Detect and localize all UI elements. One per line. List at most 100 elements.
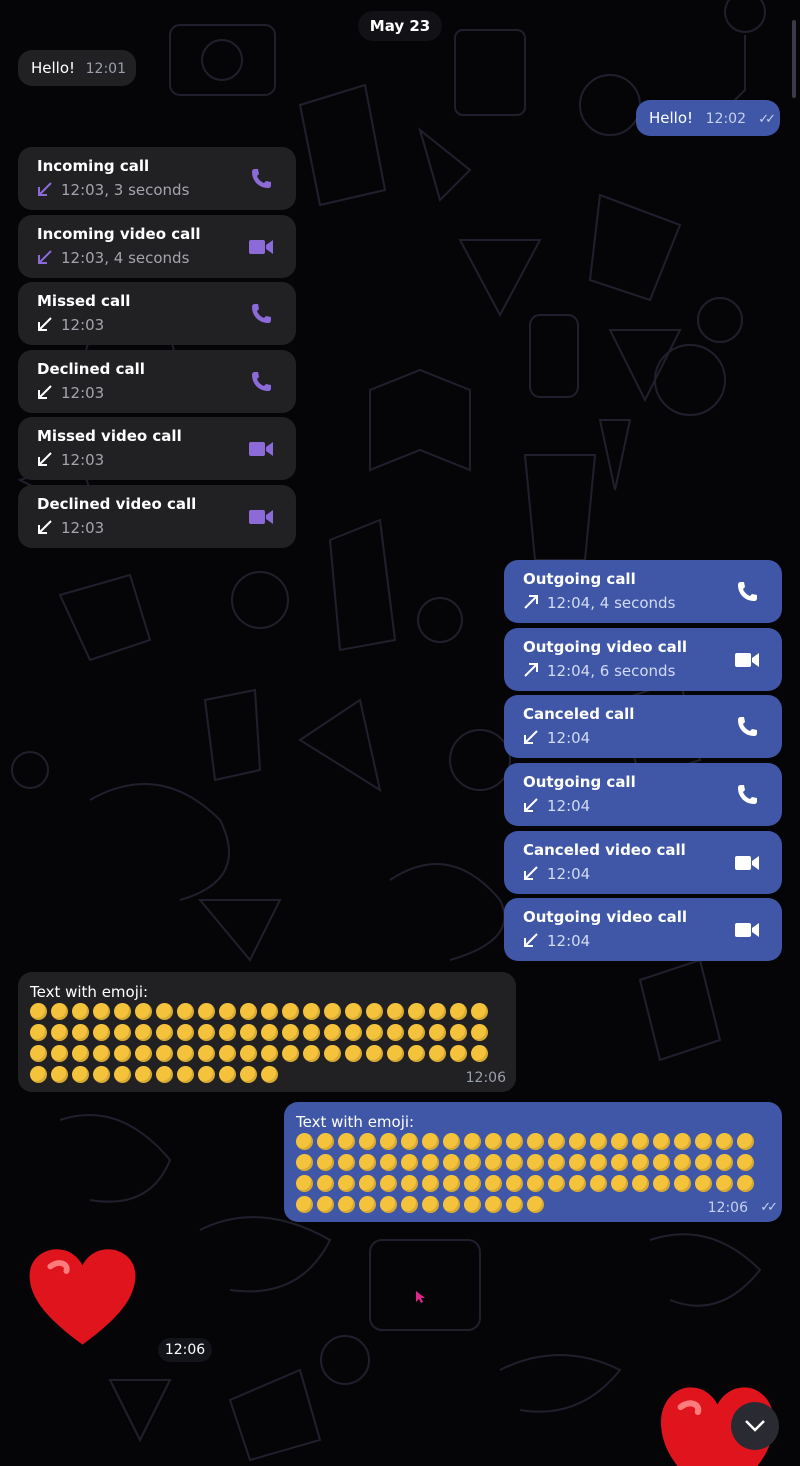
phone-icon[interactable]: [248, 302, 274, 326]
emoji-glyph: [464, 1132, 481, 1150]
emoji-glyph: [198, 1065, 215, 1083]
emoji-glyph: [303, 1002, 320, 1020]
call-title: Canceled call: [523, 705, 635, 723]
message-text: Hello!: [649, 109, 694, 127]
emoji-glyph: [408, 1023, 425, 1041]
call-card-outgoing-video-call-2[interactable]: Outgoing video call 12:04: [504, 898, 782, 961]
outgoing-arrow-icon: [524, 663, 538, 677]
emoji-glyph: [674, 1153, 691, 1171]
video-icon[interactable]: [248, 437, 274, 461]
emoji-glyph: [443, 1195, 460, 1213]
message-time: 12:06: [465, 1070, 506, 1086]
emoji-glyph: [408, 1044, 425, 1062]
call-card-incoming-call[interactable]: Incoming call 12:03, 3 seconds: [18, 147, 296, 210]
emoji-glyph: [156, 1002, 173, 1020]
emoji-glyph: [72, 1044, 89, 1062]
emoji-glyph: [653, 1174, 670, 1192]
emoji-glyph: [548, 1132, 565, 1150]
emoji-glyph: [422, 1195, 439, 1213]
emoji-glyph: [590, 1132, 607, 1150]
emoji-glyph: [296, 1195, 313, 1213]
emoji-glyph: [632, 1174, 649, 1192]
emoji-glyph: [296, 1174, 313, 1192]
emoji-glyph: [387, 1023, 404, 1041]
emoji-glyph: [359, 1132, 376, 1150]
emoji-glyph: [282, 1002, 299, 1020]
phone-icon[interactable]: [734, 715, 760, 739]
emoji-glyph: [261, 1023, 278, 1041]
emoji-glyph: [611, 1174, 628, 1192]
emoji-glyph: [135, 1002, 152, 1020]
video-icon[interactable]: [734, 918, 760, 942]
incoming-arrow-icon: [38, 250, 52, 264]
emoji-glyph: [303, 1023, 320, 1041]
missed-arrow-icon: [38, 452, 52, 466]
emoji-glyph: [450, 1023, 467, 1041]
call-card-incoming-video-call[interactable]: Incoming video call 12:03, 4 seconds: [18, 215, 296, 278]
video-icon[interactable]: [248, 505, 274, 529]
call-title: Outgoing call: [523, 570, 636, 588]
call-card-missed-video-call[interactable]: Missed video call 12:03: [18, 417, 296, 480]
phone-icon[interactable]: [248, 167, 274, 191]
emoji-glyph: [240, 1044, 257, 1062]
scrollbar[interactable]: [792, 20, 796, 98]
emoji-glyph: [632, 1153, 649, 1171]
emoji-glyph: [156, 1065, 173, 1083]
call-subtitle: 12:04, 6 seconds: [547, 662, 676, 680]
outgoing-arrow-icon: [524, 595, 538, 609]
message-time: 12:01: [85, 61, 126, 77]
emoji-glyph: [429, 1023, 446, 1041]
incoming-message-hello[interactable]: Hello! 12:01: [18, 50, 136, 86]
emoji-glyph: [443, 1132, 460, 1150]
message-text: Text with emoji:: [30, 983, 149, 1001]
emoji-glyph: [548, 1174, 565, 1192]
emoji-glyph: [51, 1002, 68, 1020]
emoji-glyph: [471, 1023, 488, 1041]
emoji-glyph: [737, 1153, 754, 1171]
incoming-arrow-icon: [38, 182, 52, 196]
call-title: Incoming video call: [37, 225, 201, 243]
call-card-outgoing-call[interactable]: Outgoing call 12:04, 4 seconds: [504, 560, 782, 623]
emoji-glyph: [51, 1023, 68, 1041]
call-subtitle: 12:04: [547, 865, 591, 883]
phone-icon[interactable]: [734, 783, 760, 807]
call-title: Outgoing video call: [523, 908, 688, 926]
emoji-glyph: [450, 1044, 467, 1062]
scroll-to-bottom-button[interactable]: [731, 1402, 779, 1450]
emoji-glyph: [114, 1065, 131, 1083]
outgoing-message-hello[interactable]: Hello! 12:02 ✓✓: [636, 100, 780, 136]
video-icon[interactable]: [248, 235, 274, 259]
call-card-outgoing-call-2[interactable]: Outgoing call 12:04: [504, 763, 782, 826]
emoji-glyph: [366, 1023, 383, 1041]
emoji-glyph: [338, 1195, 355, 1213]
phone-icon[interactable]: [734, 580, 760, 604]
emoji-glyph: [464, 1195, 481, 1213]
call-card-declined-video-call[interactable]: Declined video call 12:03: [18, 485, 296, 548]
emoji-glyph: [324, 1044, 341, 1062]
emoji-glyph: [30, 1065, 47, 1083]
emoji-glyph: [485, 1195, 502, 1213]
emoji-glyph: [345, 1023, 362, 1041]
call-card-missed-call[interactable]: Missed call 12:03: [18, 282, 296, 345]
emoji-glyph: [261, 1065, 278, 1083]
call-card-canceled-call[interactable]: Canceled call 12:04: [504, 695, 782, 758]
video-icon[interactable]: [734, 851, 760, 875]
emoji-glyph: [240, 1023, 257, 1041]
call-card-canceled-video-call[interactable]: Canceled video call 12:04: [504, 831, 782, 894]
emoji-glyph: [93, 1065, 110, 1083]
mouse-cursor-icon: [416, 1291, 425, 1303]
emoji-glyph: [401, 1195, 418, 1213]
incoming-emoji-message[interactable]: Text with emoji: 12:06: [18, 972, 516, 1092]
emoji-glyph: [219, 1065, 236, 1083]
emoji-glyph: [345, 1002, 362, 1020]
emoji-glyph: [716, 1132, 733, 1150]
phone-icon[interactable]: [248, 370, 274, 394]
call-card-outgoing-video-call[interactable]: Outgoing video call 12:04, 6 seconds: [504, 628, 782, 691]
emoji-glyph: [590, 1174, 607, 1192]
emoji-glyph: [632, 1132, 649, 1150]
call-card-declined-call[interactable]: Declined call 12:03: [18, 350, 296, 413]
emoji-glyph: [156, 1023, 173, 1041]
heart-sticker[interactable]: [25, 1240, 140, 1355]
video-icon[interactable]: [734, 648, 760, 672]
outgoing-emoji-message[interactable]: Text with emoji: 12:06 ✓✓: [284, 1102, 782, 1222]
